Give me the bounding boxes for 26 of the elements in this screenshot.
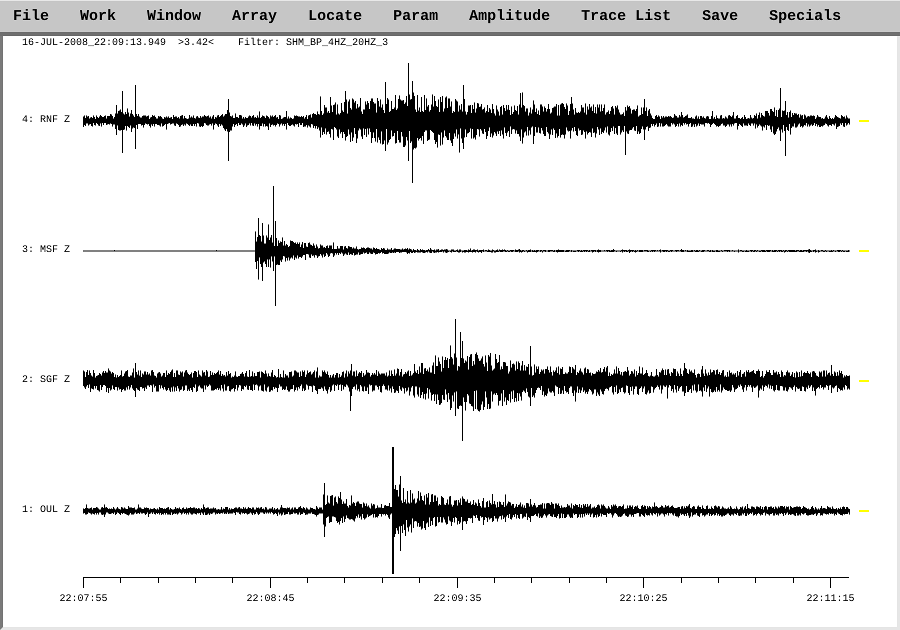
trace-marker-icon	[859, 120, 869, 122]
menu-item[interactable]: Save	[702, 6, 738, 26]
menu-item[interactable]: Amplitude	[469, 6, 550, 26]
time-tick-label: 22:07:55	[60, 594, 108, 605]
trace-label: 3: MSF Z	[21, 245, 72, 257]
menu-item[interactable]: File	[13, 6, 50, 26]
trace-label: 2: SGF Z	[21, 375, 72, 387]
menu-item[interactable]: Param	[393, 6, 438, 26]
trace-marker-icon	[859, 380, 869, 382]
trace-marker-icon	[859, 250, 869, 252]
trace-marker-icon	[859, 510, 869, 512]
time-tick-label: 22:10:25	[620, 594, 668, 605]
menu-item[interactable]: Specials	[769, 6, 842, 26]
trace-label: 4: RNF Z	[21, 115, 72, 127]
trace-label: 1: OUL Z	[21, 505, 72, 517]
menu-item[interactable]: Array	[232, 6, 278, 26]
menu-item[interactable]: Locate	[308, 6, 362, 26]
filter-name: Filter: SHM_BP_4HZ_20HZ_3	[238, 38, 388, 51]
menu-item[interactable]: Work	[80, 6, 116, 26]
amplitude-reading: >3.42<	[178, 38, 214, 51]
menu-item[interactable]: Trace List	[581, 6, 672, 26]
menu-item[interactable]: Window	[147, 6, 202, 26]
time-tick-label: 22:09:35	[434, 594, 482, 605]
timestamp: 16-JUL-2008_22:09:13.949	[22, 38, 166, 51]
time-tick-label: 22:11:15	[806, 594, 854, 605]
time-tick-label: 22:08:45	[246, 594, 294, 605]
